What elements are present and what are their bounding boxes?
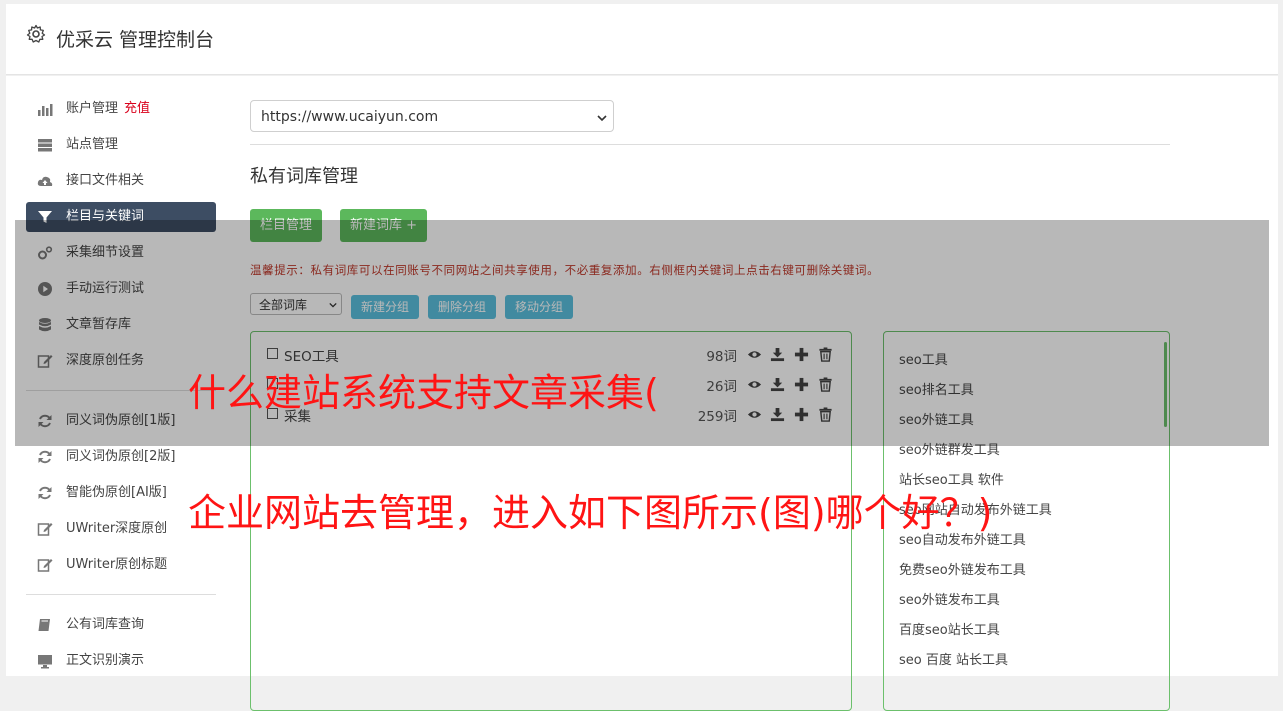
sidebar-item-label: 同义词伪原创[2版] xyxy=(66,449,176,464)
sidebar-item-account[interactable]: 账户管理 充值 xyxy=(26,94,216,124)
sidebar-item-text-detect[interactable]: 正文识别演示 xyxy=(26,646,216,676)
site-select-value: https://www.ucaiyun.com xyxy=(261,109,439,125)
server-icon xyxy=(38,139,52,152)
keyword-item[interactable]: seo 百度 站长工具 xyxy=(899,649,1008,668)
keyword-item[interactable]: 百度seo站长工具 xyxy=(899,619,1000,638)
overlay-headline-1: 什么建站系统支持文章采集( xyxy=(188,371,659,415)
sidebar-item-sites[interactable]: 站点管理 xyxy=(26,130,216,160)
book-icon xyxy=(38,619,50,631)
overlay-headline-2: 企业网站去管理，进入如下图所示(图)哪个好？) xyxy=(188,491,993,535)
sidebar-item-label: 智能伪原创[AI版] xyxy=(66,485,167,500)
keyword-item[interactable]: seo外链发布工具 xyxy=(899,589,1000,608)
refresh-icon xyxy=(38,450,52,464)
chevron-down-icon xyxy=(597,115,607,122)
sidebar-item-label: 正文识别演示 xyxy=(66,653,145,668)
sidebar-item-label: UWriter原创标题 xyxy=(66,557,168,572)
sidebar-item-label: 公有词库查询 xyxy=(66,617,145,632)
sidebar-item-label: UWriter深度原创 xyxy=(66,521,168,536)
app-header: 优采云 管理控制台 xyxy=(6,4,1278,75)
cloud-upload-icon xyxy=(37,176,53,186)
sidebar-divider xyxy=(26,594,216,595)
bar-chart-icon xyxy=(38,104,53,116)
refresh-icon xyxy=(38,486,52,500)
gear-icon xyxy=(26,24,46,43)
sidebar-item-uwriter-title[interactable]: UWriter原创标题 xyxy=(26,550,216,580)
edit-icon xyxy=(37,559,53,572)
sidebar-item-api[interactable]: 接口文件相关 xyxy=(26,166,216,196)
sidebar-item-synonym-v2[interactable]: 同义词伪原创[2版] xyxy=(26,442,216,472)
sidebar-item-label: 账户管理 xyxy=(66,101,119,116)
edit-icon xyxy=(37,523,53,536)
recharge-link[interactable]: 充值 xyxy=(124,101,150,116)
section-title: 私有词库管理 xyxy=(250,166,358,187)
sidebar-item-label: 站点管理 xyxy=(66,137,119,152)
app-title: 优采云 管理控制台 xyxy=(56,29,215,51)
keyword-item[interactable]: 免费seo外链发布工具 xyxy=(899,559,1026,578)
divider xyxy=(250,144,1170,145)
sidebar-item-public-lib[interactable]: 公有词库查询 xyxy=(26,610,216,640)
site-select[interactable]: https://www.ucaiyun.com xyxy=(250,100,614,132)
sidebar-item-label: 接口文件相关 xyxy=(66,173,145,188)
